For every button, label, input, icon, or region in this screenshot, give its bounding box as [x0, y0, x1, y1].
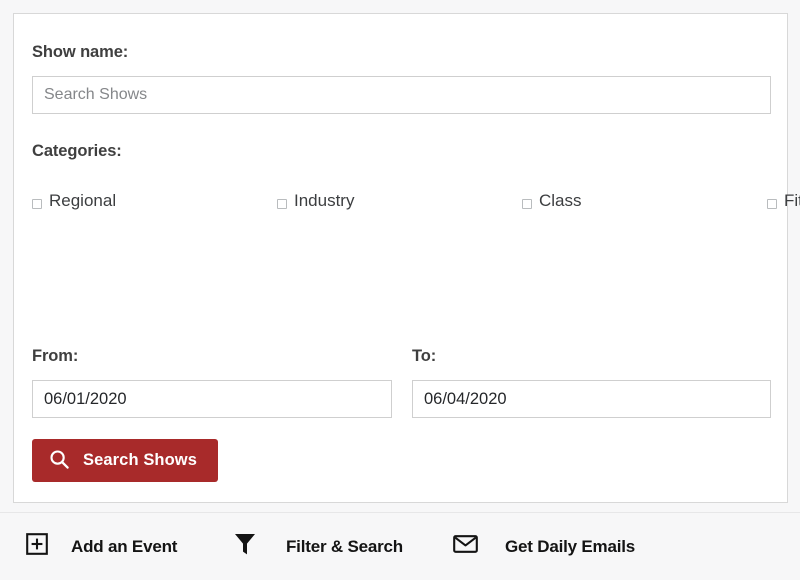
envelope-icon [453, 534, 478, 559]
category-checkbox-industry[interactable]: Industry [277, 182, 522, 219]
categories-group: Regional Industry Class Fitness Opera Be… [32, 182, 771, 219]
add-an-event-button[interactable]: Add an Event [26, 533, 177, 560]
category-label: Regional [49, 192, 116, 209]
checkbox-icon[interactable] [32, 199, 42, 209]
get-daily-emails-label: Get Daily Emails [505, 537, 635, 557]
magnifier-icon [49, 449, 70, 473]
checkbox-icon[interactable] [522, 199, 532, 209]
bottom-toolbar: Add an Event Filter & Search Get Daily E… [0, 513, 800, 580]
get-daily-emails-button[interactable]: Get Daily Emails [453, 534, 635, 559]
date-to-input[interactable] [412, 380, 771, 418]
add-an-event-label: Add an Event [71, 537, 177, 557]
show-name-label: Show name: [32, 43, 128, 62]
filter-search-card: Show name: Categories: Regional Industry… [13, 13, 788, 503]
category-checkbox-regional[interactable]: Regional [32, 182, 277, 219]
category-label: Industry [294, 192, 354, 209]
category-checkbox-fitness[interactable]: Fitness [767, 182, 800, 219]
show-name-input[interactable] [32, 76, 771, 114]
filter-and-search-label: Filter & Search [286, 537, 403, 557]
date-from-input[interactable] [32, 380, 392, 418]
search-shows-button[interactable]: Search Shows [32, 439, 218, 482]
categories-label: Categories: [32, 142, 122, 161]
checkbox-icon[interactable] [767, 199, 777, 209]
category-checkbox-class[interactable]: Class [522, 182, 767, 219]
date-to-label: To: [412, 347, 436, 366]
filter-and-search-button[interactable]: Filter & Search [234, 532, 403, 561]
checkbox-icon[interactable] [277, 199, 287, 209]
date-from-label: From: [32, 347, 78, 366]
category-label: Class [539, 192, 582, 209]
category-label: Fitness [784, 192, 800, 209]
search-shows-button-label: Search Shows [83, 451, 197, 470]
plus-square-icon [26, 533, 48, 560]
funnel-icon [234, 532, 256, 561]
